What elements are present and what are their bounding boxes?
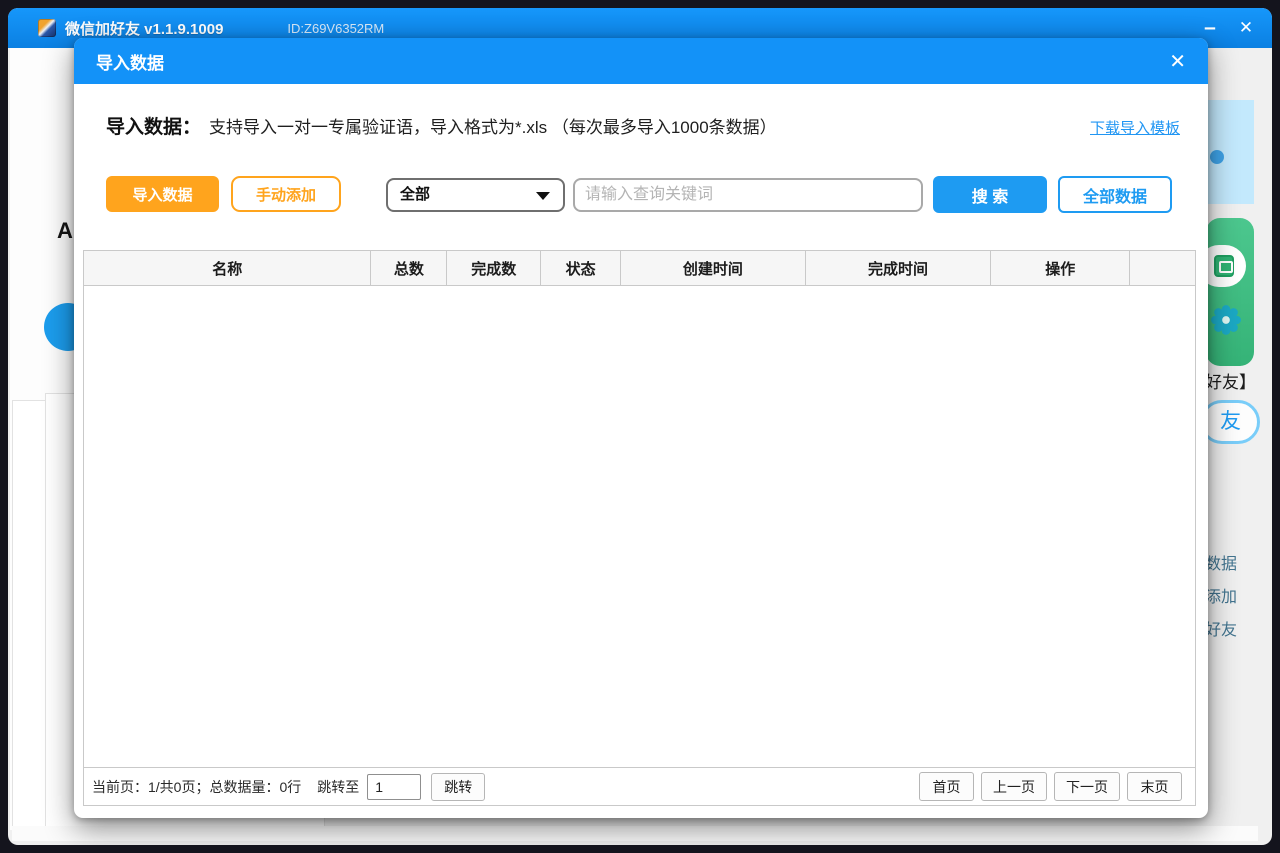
search-button[interactable]: 搜 索 xyxy=(933,176,1047,213)
jump-to-label: 跳转至 xyxy=(317,777,359,797)
background-green-card xyxy=(1206,218,1254,366)
column-header-1: 总数 xyxy=(371,251,447,285)
gear-icon xyxy=(1210,304,1242,336)
table-body-empty xyxy=(84,286,1195,767)
filter-dropdown[interactable]: 全部 xyxy=(386,178,565,212)
description-label: 导入数据： xyxy=(106,112,201,139)
background-text-fragment: A xyxy=(57,218,73,244)
column-header-5: 完成时间 xyxy=(806,251,992,285)
background-menu-item: 数据 xyxy=(1205,548,1265,581)
column-header-4: 创建时间 xyxy=(621,251,806,285)
import-data-button[interactable]: 导入数据 xyxy=(106,176,219,212)
dialog-close-button[interactable]: ✕ xyxy=(1169,49,1186,74)
column-header-7 xyxy=(1130,251,1195,285)
background-menu-item: 添加 xyxy=(1205,581,1265,614)
background-bottom-panel xyxy=(12,826,1258,841)
next-page-button[interactable]: 下一页 xyxy=(1054,772,1120,801)
app-id-label: ID:Z69V6352RM xyxy=(287,21,384,36)
column-header-0: 名称 xyxy=(84,251,371,285)
download-template-link[interactable]: 下载导入模板 xyxy=(1090,117,1180,138)
background-menu-item: 好友 xyxy=(1205,614,1265,647)
filter-dropdown-value: 全部 xyxy=(400,186,430,203)
app-title: 微信加好友 v1.1.9.1009 xyxy=(65,18,223,39)
description-text: 支持导入一对一专属验证语，导入格式为*.xls （每次最多导入1000条数据） xyxy=(209,113,777,138)
search-input[interactable] xyxy=(573,178,923,212)
column-header-3: 状态 xyxy=(541,251,621,285)
pagination-status: 当前页：1/共0页；总数据量：0行 xyxy=(92,777,301,797)
wechat-icon xyxy=(1214,255,1234,277)
column-header-6: 操作 xyxy=(991,251,1130,285)
dialog-toolbar: 导入数据 手动添加 全部 搜 索 全部数据 xyxy=(74,176,1208,214)
app-window: 微信加好友 v1.1.9.1009 ID:Z69V6352RM – ✕ A 好友… xyxy=(8,8,1272,845)
all-data-button[interactable]: 全部数据 xyxy=(1058,176,1172,213)
column-header-2: 完成数 xyxy=(447,251,541,285)
chevron-down-icon xyxy=(536,192,550,200)
table-header-row: 名称总数完成数状态创建时间完成时间操作 xyxy=(84,251,1195,286)
table-footer: 当前页：1/共0页；总数据量：0行 跳转至 跳转 首页 上一页 下一页 末页 xyxy=(84,767,1195,805)
background-blue-dot xyxy=(1210,150,1224,164)
window-close-button[interactable]: ✕ xyxy=(1228,18,1264,38)
last-page-button[interactable]: 末页 xyxy=(1127,772,1182,801)
jump-button[interactable]: 跳转 xyxy=(431,773,485,801)
background-menu-fragments: 数据 添加 好友 xyxy=(1205,548,1265,647)
background-add-friend-button[interactable]: 友 xyxy=(1200,400,1260,444)
first-page-button[interactable]: 首页 xyxy=(919,772,974,801)
data-table: 名称总数完成数状态创建时间完成时间操作 当前页：1/共0页；总数据量：0行 跳转… xyxy=(83,250,1196,806)
app-logo-icon xyxy=(38,19,56,37)
import-data-dialog: 导入数据 ✕ 导入数据： 支持导入一对一专属验证语，导入格式为*.xls （每次… xyxy=(74,38,1208,818)
dialog-header: 导入数据 ✕ xyxy=(74,38,1208,84)
background-text-friends: 好友】 xyxy=(1205,368,1256,393)
prev-page-button[interactable]: 上一页 xyxy=(981,772,1047,801)
dialog-description: 导入数据： 支持导入一对一专属验证语，导入格式为*.xls （每次最多导入100… xyxy=(106,112,1180,139)
jump-page-input[interactable] xyxy=(367,774,421,800)
dialog-title: 导入数据 xyxy=(96,49,164,74)
manual-add-button[interactable]: 手动添加 xyxy=(231,176,341,212)
